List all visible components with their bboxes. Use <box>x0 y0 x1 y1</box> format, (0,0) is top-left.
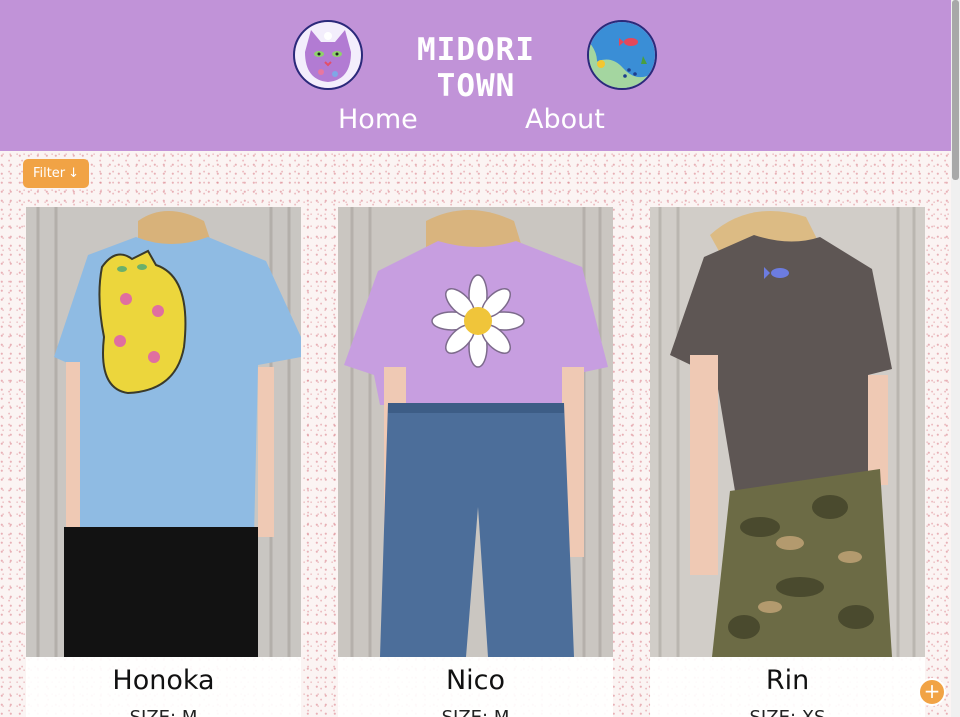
page-scrollbar[interactable] <box>951 0 960 717</box>
main-nav: Home About <box>0 104 951 144</box>
product-card-nico[interactable]: Nico SIZE: M <box>338 207 613 717</box>
product-caption: Honoka SIZE: M <box>26 657 301 717</box>
product-name[interactable]: Nico <box>338 665 613 696</box>
nav-home-link[interactable]: Home <box>338 104 418 135</box>
product-card-rin[interactable]: Rin SIZE: XS <box>650 207 925 717</box>
product-size: SIZE: XS <box>650 707 925 717</box>
cat-face-icon[interactable] <box>293 20 363 90</box>
nav-about-link[interactable]: About <box>525 104 605 135</box>
fish-pond-icon[interactable] <box>587 20 657 90</box>
arrow-down-icon: ↓ <box>68 166 80 181</box>
product-name[interactable]: Rin <box>650 665 925 696</box>
scrollbar-thumb[interactable] <box>952 0 959 180</box>
site-title[interactable]: MIDORI TOWN <box>375 32 577 104</box>
product-photo[interactable] <box>26 207 301 657</box>
product-photo[interactable] <box>650 207 925 657</box>
product-card-honoka[interactable]: Honoka SIZE: M <box>26 207 301 717</box>
product-caption: Nico SIZE: M <box>338 657 613 717</box>
product-size: SIZE: M <box>26 707 301 717</box>
logo-row: MIDORI TOWN <box>0 20 951 104</box>
plus-icon[interactable]: + <box>918 678 946 706</box>
product-name[interactable]: Honoka <box>26 665 301 696</box>
product-size: SIZE: M <box>338 707 613 717</box>
site-header: MIDORI TOWN Home About <box>0 0 951 151</box>
filter-button[interactable]: Filter ↓ <box>23 159 89 188</box>
product-caption: Rin SIZE: XS <box>650 657 925 717</box>
filter-label: Filter <box>32 166 66 181</box>
product-photo[interactable] <box>338 207 613 657</box>
